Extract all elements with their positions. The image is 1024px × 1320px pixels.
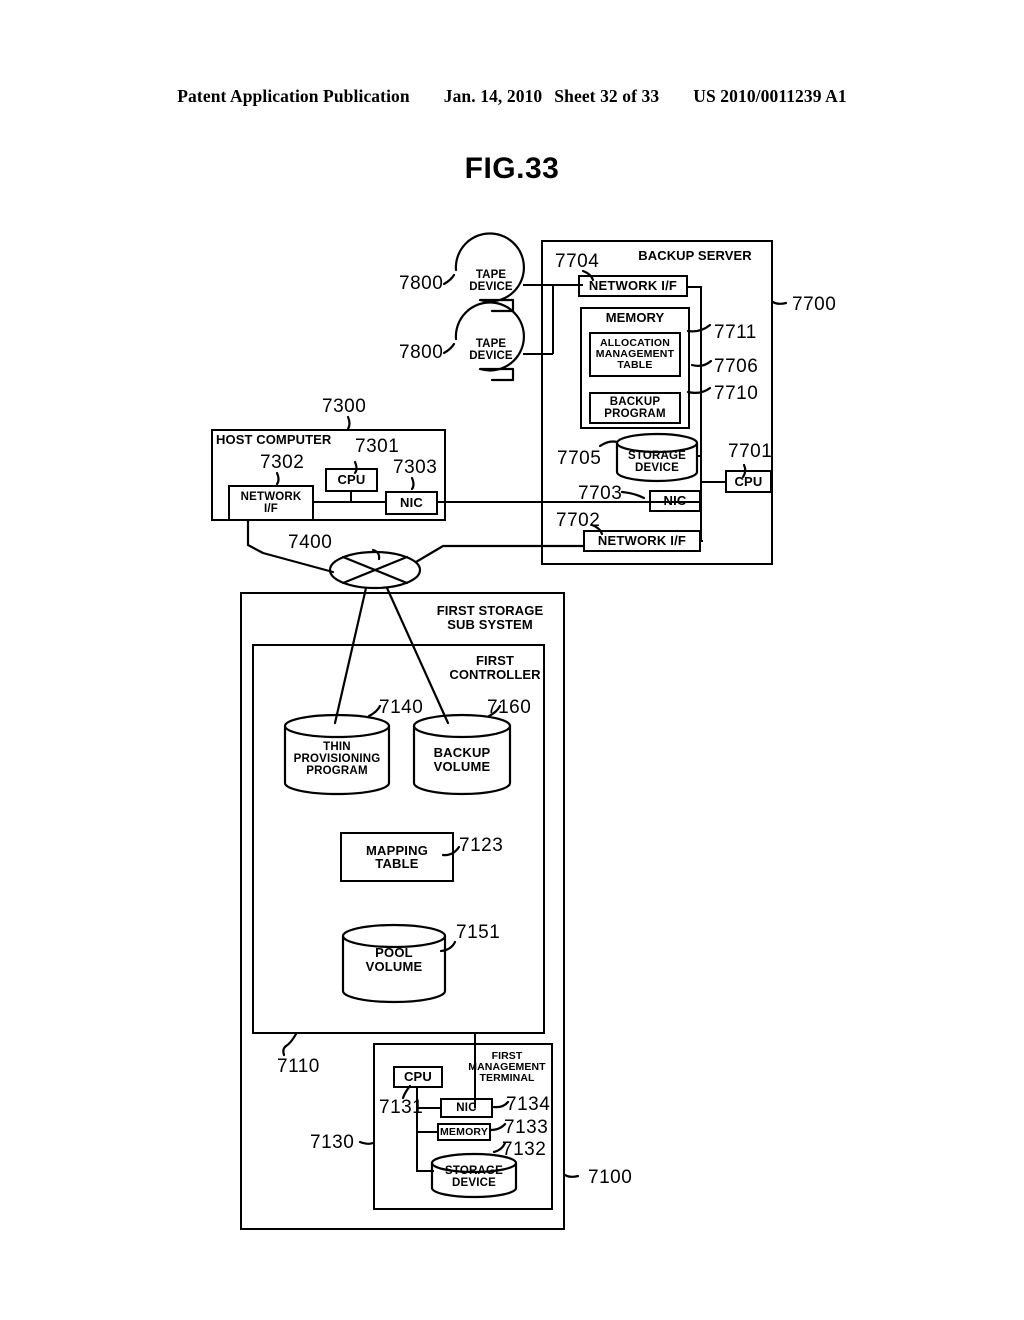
header-sheet: Sheet 32 of 33 — [554, 86, 660, 106]
mgmt-terminal-nic: NIC — [440, 1098, 493, 1118]
figure-title: FIG.33 — [464, 152, 560, 185]
backup-server-memory-label: MEMORY — [605, 310, 665, 325]
backup-server-storage-device-label: STORAGE DEVICE — [627, 450, 687, 474]
ref-7140: 7140 — [379, 697, 424, 718]
leader-7800-a — [442, 273, 456, 286]
ref-7123: 7123 — [459, 835, 504, 856]
ref-7100: 7100 — [588, 1167, 633, 1188]
first-management-terminal-title: FIRST MANAGEMENT TERMINAL — [468, 1050, 546, 1084]
mapping-table: MAPPING TABLE — [340, 832, 454, 882]
pool-volume-label: POOL VOLUME — [365, 945, 423, 974]
ref-7300: 7300 — [322, 396, 367, 417]
fc-switch-ellipse — [328, 550, 422, 590]
backup-server-title: BACKUP SERVER — [638, 248, 752, 263]
mt-bus-vertical — [416, 1088, 418, 1172]
thin-provisioning-program-label: THIN PROVISIONING PROGRAM — [293, 741, 381, 777]
host-computer-cpu: CPU — [325, 468, 378, 492]
ref-7130: 7130 — [310, 1132, 355, 1153]
ref-7134: 7134 — [506, 1094, 551, 1115]
mgmt-terminal-storage-device-label: STORAGE DEVICE — [444, 1165, 504, 1189]
ref-7704: 7704 — [555, 251, 600, 272]
ref-7132: 7132 — [502, 1139, 547, 1160]
ref-7800-a: 7800 — [399, 273, 444, 294]
backup-server-cpu: CPU — [725, 470, 772, 493]
hc-cpu-bus-vertical — [350, 492, 352, 502]
fc-switch-x-1 — [341, 555, 409, 585]
ref-7700: 7700 — [792, 294, 837, 315]
page-header: Patent Application Publication Jan. 14, 2… — [0, 86, 1024, 107]
bs-nif-bottom-vert — [700, 500, 702, 541]
header-date: Jan. 14, 2010 — [443, 86, 543, 106]
mgmt-terminal-cpu: CPU — [393, 1066, 443, 1088]
ref-7706: 7706 — [714, 356, 759, 377]
mgmt-terminal-memory: MEMORY — [437, 1123, 491, 1141]
patent-figure-page: Patent Application Publication Jan. 14, 2… — [0, 0, 1024, 1320]
ref-7303: 7303 — [393, 457, 438, 478]
leader-7800-b — [442, 342, 456, 355]
ref-7710: 7710 — [714, 383, 759, 404]
tape-device-1-label: TAPE DEVICE — [469, 269, 513, 293]
backup-server-network-if-top: NETWORK I/F — [578, 275, 688, 297]
header-publication: Patent Application Publication — [177, 86, 410, 106]
backup-volume-label: BACKUP VOLUME — [433, 745, 491, 774]
ref-7711: 7711 — [714, 322, 757, 343]
ref-7301: 7301 — [355, 436, 400, 457]
fc-switch-x-2 — [341, 555, 409, 585]
ref-7151: 7151 — [456, 922, 501, 943]
mt-storage-bus — [416, 1170, 434, 1172]
ref-7702: 7702 — [556, 510, 601, 531]
bs-nif-top-bus — [688, 286, 702, 288]
bs-storage-bus — [697, 455, 702, 457]
ref-7705: 7705 — [557, 448, 602, 469]
ref-7302: 7302 — [260, 452, 305, 473]
backup-program: BACKUP PROGRAM — [589, 392, 681, 424]
first-storage-subsystem-title: FIRST STORAGE SUB SYSTEM — [436, 603, 544, 632]
leader-7700 — [771, 300, 788, 305]
host-computer-nic: NIC — [385, 491, 438, 515]
host-computer-title: HOST COMPUTER — [216, 432, 332, 447]
allocation-management-table: ALLOCATION MANAGEMENT TABLE — [589, 332, 681, 377]
mt-nic-bus — [416, 1107, 442, 1109]
hc-nic-out — [438, 501, 701, 503]
ref-7701: 7701 — [728, 441, 773, 462]
bs-cpu-bus — [700, 481, 727, 483]
ref-7800-b: 7800 — [399, 342, 444, 363]
mt-memory-bus — [416, 1131, 439, 1133]
header-docnum: US 2010/0011239 A1 — [693, 86, 847, 106]
tape-device-2-label: TAPE DEVICE — [469, 338, 513, 362]
ref-7160: 7160 — [487, 697, 532, 718]
ref-7133: 7133 — [504, 1117, 549, 1138]
leader-7300 — [346, 415, 351, 431]
ref-7400: 7400 — [288, 532, 333, 553]
leader-7100 — [563, 1173, 580, 1178]
backup-server-network-if-bottom: NETWORK I/F — [583, 530, 701, 552]
ref-7110: 7110 — [277, 1056, 320, 1077]
first-controller-title: FIRST CONTROLLER — [449, 653, 541, 682]
bs-nif-bottom-bus — [699, 540, 703, 542]
host-computer-network-if: NETWORK I/F — [228, 485, 314, 521]
bs-bus-vertical — [700, 286, 702, 501]
leader-7400 — [371, 548, 381, 561]
